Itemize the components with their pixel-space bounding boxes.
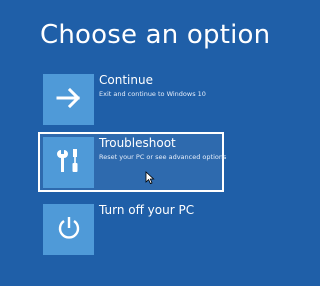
continue-label: Continue <box>99 73 153 87</box>
troubleshoot-option[interactable]: Troubleshoot Reset your PC or see advanc… <box>38 132 227 192</box>
troubleshoot-label: Troubleshoot <box>99 136 176 150</box>
tools-icon <box>55 147 83 179</box>
continue-option[interactable]: Continue Exit and continue to Windows 10 <box>38 69 224 129</box>
troubleshoot-description: Reset your PC or see advanced options <box>99 153 227 161</box>
troubleshoot-tile[interactable] <box>43 137 94 188</box>
power-icon <box>56 215 82 245</box>
arrow-right-icon <box>56 87 82 113</box>
page-title: Choose an option <box>40 20 271 50</box>
turn-off-tile[interactable] <box>43 204 94 255</box>
continue-description: Exit and continue to Windows 10 <box>99 90 206 98</box>
continue-tile[interactable] <box>43 74 94 125</box>
mouse-cursor-icon <box>145 170 155 189</box>
turn-off-label: Turn off your PC <box>99 203 195 217</box>
turn-off-option[interactable]: Turn off your PC <box>38 199 224 259</box>
